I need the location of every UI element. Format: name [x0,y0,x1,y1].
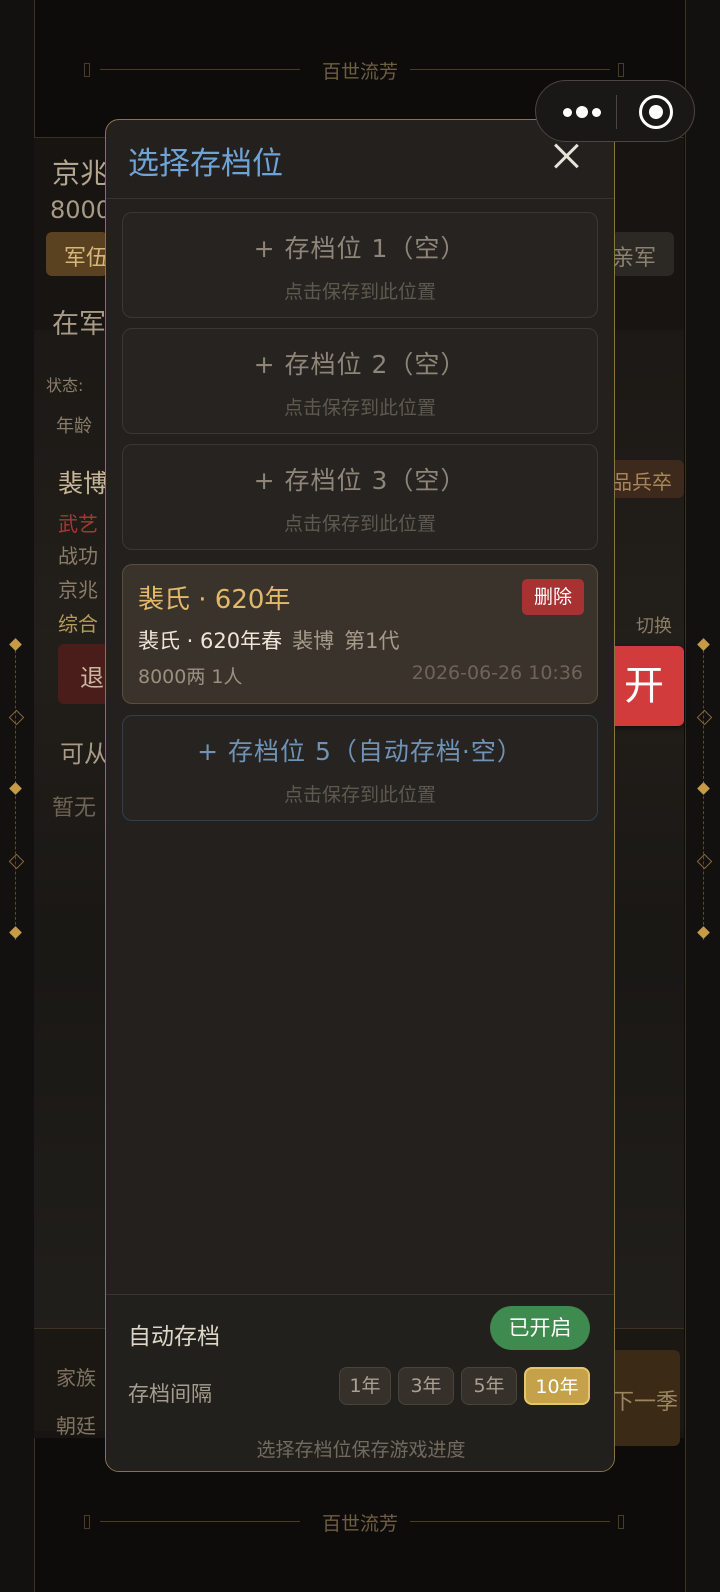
bg-jingzhao: 京兆 [58,578,98,602]
interval-3y[interactable]: 3年 [398,1367,454,1405]
save-slot-1[interactable]: + 存档位 1（空） 点击保存到此位置 [122,212,598,318]
save-slot-2[interactable]: + 存档位 2（空） 点击保存到此位置 [122,328,598,434]
bg-can-from: 可从 [60,740,108,768]
bg-at-army: 在军 [52,309,106,340]
auto-save-toggle[interactable]: 已开启 [490,1306,590,1350]
slot-title: 裴氏 · 620年 [138,585,291,615]
interval-10y[interactable]: 10年 [524,1367,590,1405]
slot-hint: 点击保存到此位置 [283,397,436,419]
slot-title: + 存档位 1（空） [253,234,467,263]
modal-header: 选择存档位 [106,120,614,199]
save-slot-4[interactable]: 裴氏 · 620年 删除 裴氏 · 620年春 裴博 第1代 8000两 1人 20… [122,564,598,704]
bottom-banner: 百世流芳 [80,1507,640,1537]
banner-title: 百世流芳 [321,61,398,83]
save-slot-3[interactable]: + 存档位 3（空） 点击保存到此位置 [122,444,598,550]
bg-person-name: 裴博 [58,469,109,498]
slot-person: 裴博 [292,629,335,653]
close-icon[interactable] [548,138,584,174]
bg-switch: 切换 [636,616,672,637]
slot-generation: 第1代 [344,629,400,653]
target-icon[interactable] [639,95,673,129]
delete-button[interactable]: 删除 [522,579,584,615]
bg-tab-army: 军伍 [46,232,108,276]
interval-1y[interactable]: 1年 [339,1367,391,1405]
auto-save-label: 自动存档 [128,1324,220,1350]
footer-hint: 选择存档位保存游戏进度 [256,1439,466,1461]
slot-family-season: 裴氏 · 620年春 [138,629,283,653]
slot-details: 裴氏 · 620年春 裴博 第1代 [138,625,399,655]
slot-hint: 点击保存到此位置 [283,784,436,806]
interval-label: 存档间隔 [128,1382,212,1406]
banner-title-bottom: 百世流芳 [321,1513,398,1535]
bg-merit: 战功 [58,544,98,568]
miniprogram-capsule [535,80,695,142]
bg-money: 8000 [50,196,112,224]
left-side-ornament [6,638,26,940]
bg-tab-guard: 亲军 [612,232,674,276]
modal-footer: 自动存档 已开启 存档间隔 1年 3年 5年 10年 选择存档位保存游戏进度 [106,1294,614,1471]
slot-timestamp: 2026-06-26 10:36 [411,662,583,684]
bg-retire-button: 退 [58,644,108,704]
bg-overall: 综合 [58,612,98,636]
open-button[interactable]: 开 [604,646,684,726]
bg-status-label: 状态: [46,376,84,395]
slot-hint: 点击保存到此位置 [283,513,436,535]
bg-location: 京兆 [52,157,109,190]
slot-title: + 存档位 5（自动存档·空） [197,737,523,766]
right-side-ornament [694,638,714,940]
bg-family: 家族 [56,1366,96,1390]
save-slot-modal: 选择存档位 + 存档位 1（空） 点击保存到此位置 + 存档位 2（空） 点击保… [105,119,615,1472]
interval-5y[interactable]: 5年 [461,1367,517,1405]
save-slot-5-auto[interactable]: + 存档位 5（自动存档·空） 点击保存到此位置 [122,715,598,821]
more-dots-icon[interactable] [551,94,609,130]
bg-skill-martial: 武艺 [58,512,98,536]
bg-none-yet: 暂无 [52,796,97,821]
slot-money-people: 8000两 1人 [138,666,243,688]
slot-hint: 点击保存到此位置 [283,281,436,303]
bg-age-label: 年龄 [56,416,92,437]
slot-title: + 存档位 3（空） [253,466,467,495]
bg-next-season: 下一季 [604,1350,680,1446]
bg-court: 朝廷 [56,1414,96,1438]
slot-title: + 存档位 2（空） [253,350,467,379]
modal-title: 选择存档位 [128,146,283,182]
